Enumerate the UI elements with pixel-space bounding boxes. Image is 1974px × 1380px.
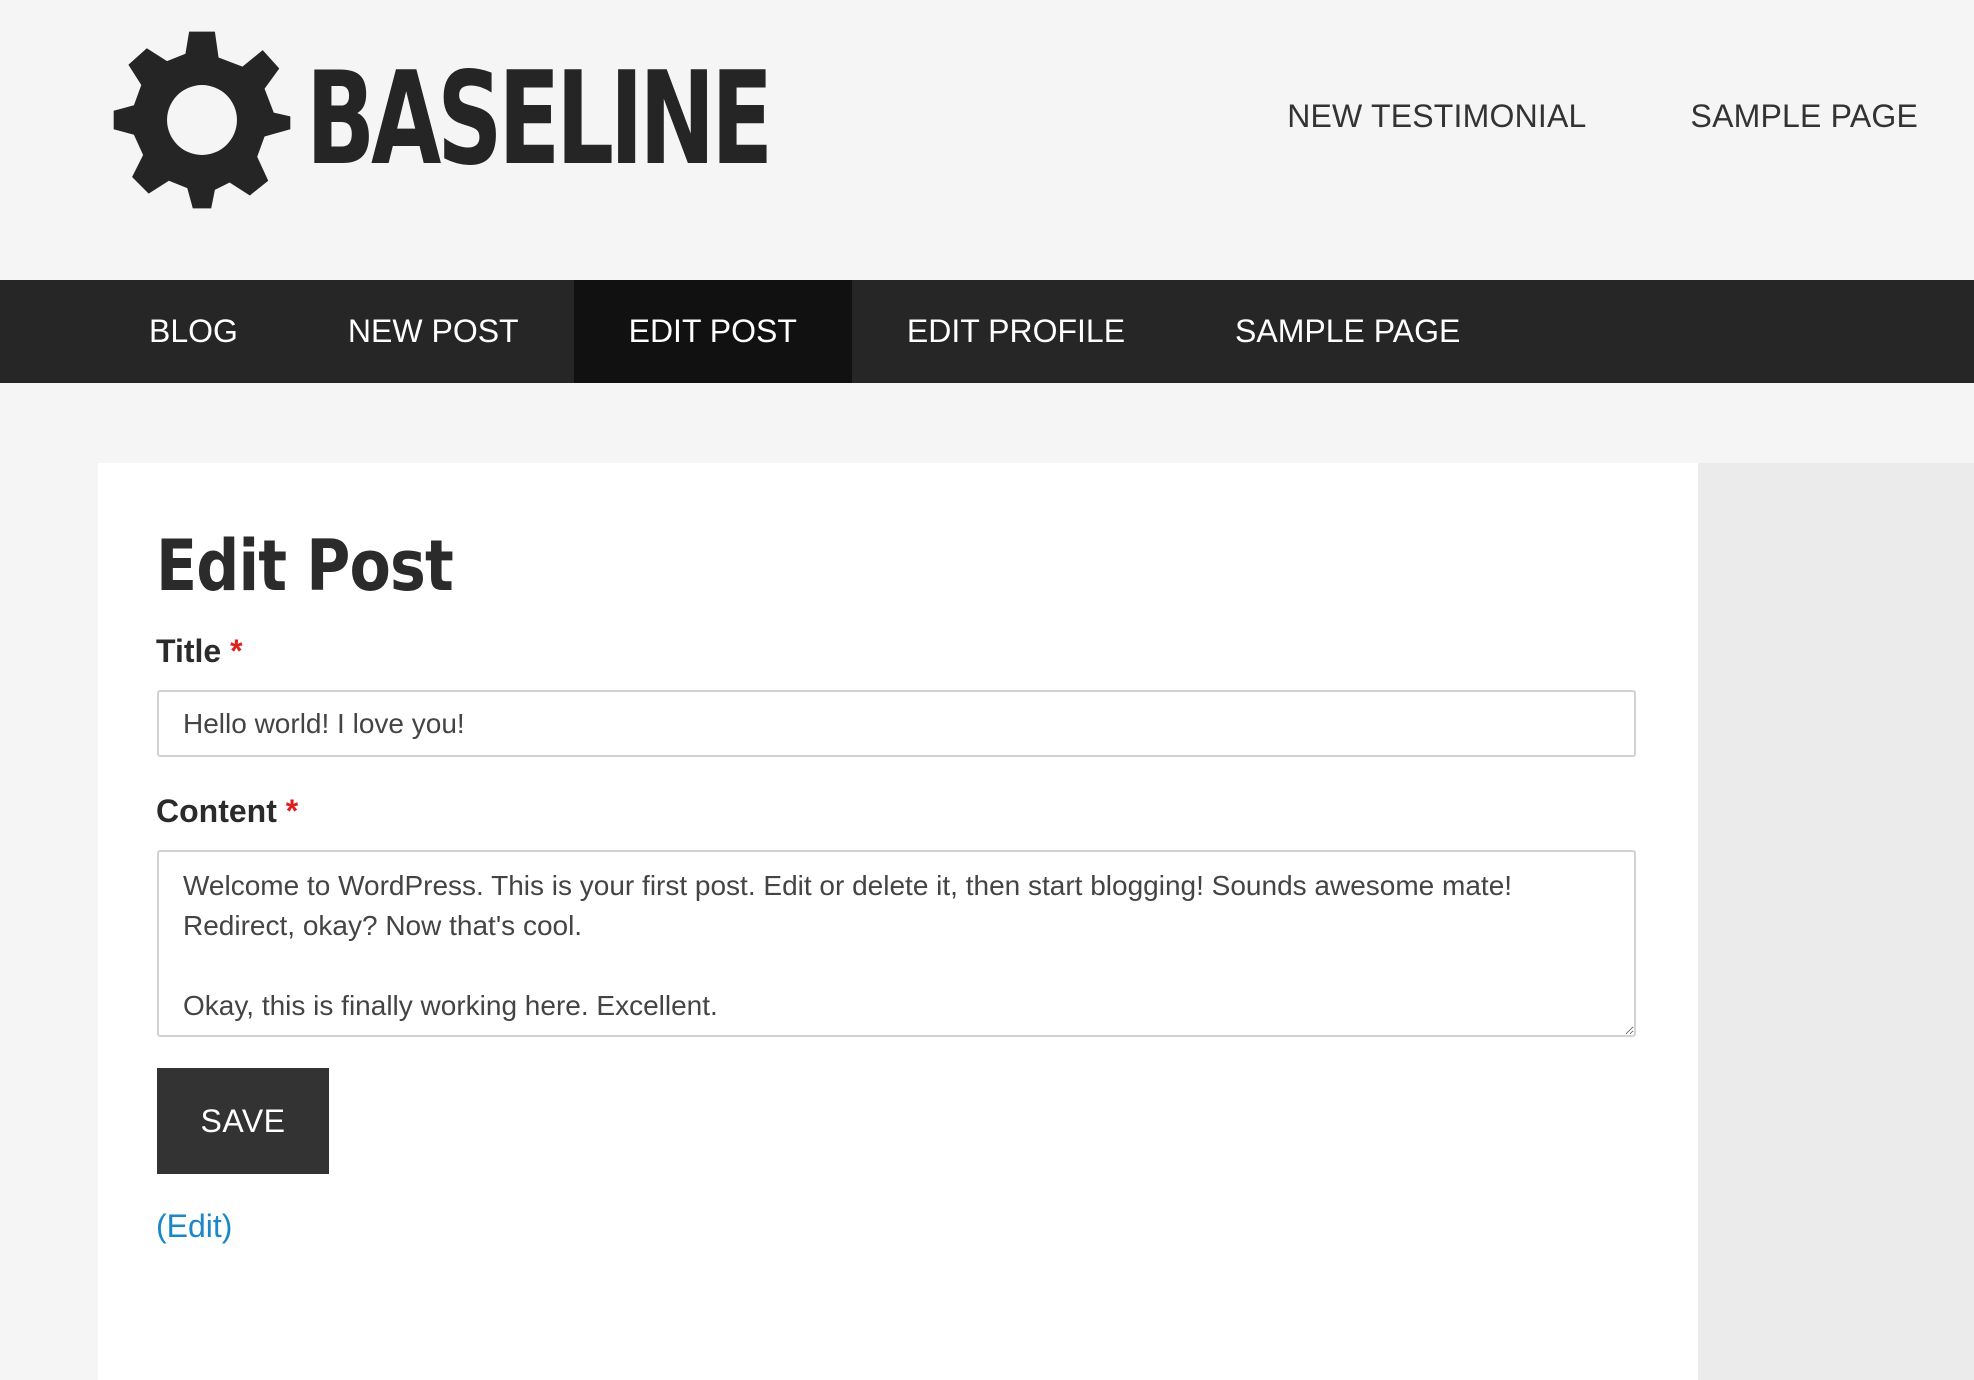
main-nav: BLOG NEW POST EDIT POST EDIT PROFILE SAM… [0, 280, 1974, 383]
nav-item-new-post[interactable]: NEW POST [293, 280, 574, 383]
gear-icon [113, 31, 291, 209]
required-mark: * [285, 793, 299, 829]
header-nav: NEW TESTIMONIAL SAMPLE PAGE [1287, 98, 1918, 135]
site-logo[interactable]: BASELINE [110, 28, 958, 212]
content-label-text: Content [156, 793, 277, 829]
logo-text: BASELINE [306, 45, 773, 194]
edit-link[interactable]: (Edit) [156, 1208, 232, 1245]
title-label: Title * [156, 633, 243, 670]
nav-item-sample-page[interactable]: SAMPLE PAGE [1180, 280, 1515, 383]
title-input[interactable] [157, 690, 1636, 757]
main-content: Edit Post Title * Content * Welcome to W… [98, 463, 1698, 1380]
title-label-text: Title [156, 633, 222, 669]
site-header: BASELINE NEW TESTIMONIAL SAMPLE PAGE [0, 0, 1974, 280]
content-textarea[interactable]: Welcome to WordPress. This is your first… [157, 850, 1636, 1037]
nav-item-edit-post[interactable]: EDIT POST [573, 280, 852, 383]
content-label: Content * [156, 793, 298, 830]
page-title: Edit Post [156, 525, 454, 607]
required-mark: * [230, 633, 243, 669]
header-nav-new-testimonial[interactable]: NEW TESTIMONIAL [1287, 98, 1586, 135]
nav-item-blog[interactable]: BLOG [94, 280, 293, 383]
save-button[interactable]: SAVE [157, 1068, 329, 1174]
nav-item-edit-profile[interactable]: EDIT PROFILE [852, 280, 1180, 383]
header-nav-sample-page[interactable]: SAMPLE PAGE [1691, 98, 1918, 135]
sidebar [1698, 463, 1974, 1380]
